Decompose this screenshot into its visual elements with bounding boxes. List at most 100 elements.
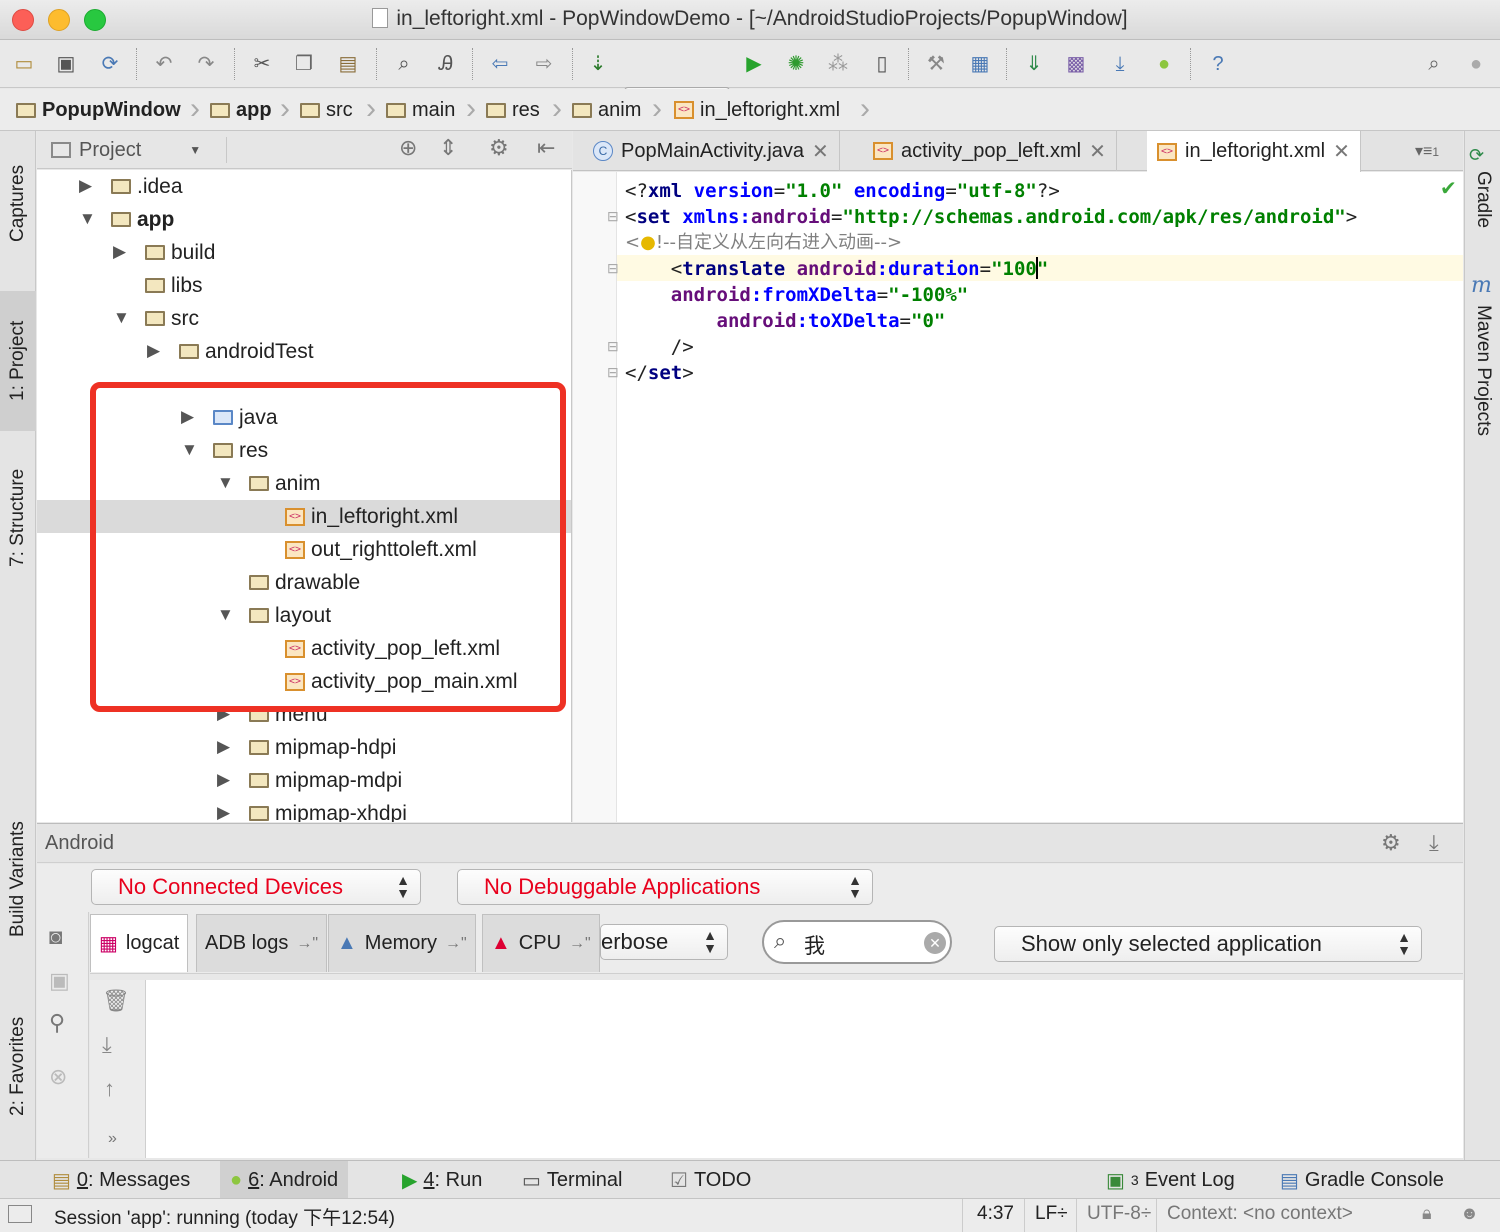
hide-panel-icon[interactable]: ⇤	[537, 135, 555, 161]
user-icon[interactable]: ●	[1462, 50, 1490, 78]
close-icon[interactable]: ✕	[1333, 139, 1350, 164]
fold-marker-icon[interactable]: ⊟	[607, 338, 619, 355]
tool-tab-terminal[interactable]: ▭ Terminal	[512, 1161, 632, 1199]
more-actions-button[interactable]: »	[108, 1130, 117, 1148]
breadcrumb-res[interactable]: res	[486, 97, 540, 123]
filter-select[interactable]: Show only selected application ▲ ▼	[994, 926, 1422, 962]
pin-icon[interactable]: →"	[445, 935, 467, 953]
tab-logcat[interactable]: ▦ logcat	[90, 914, 189, 972]
layout-icon[interactable]: ▦	[966, 50, 994, 78]
tab-cpu[interactable]: ▲ CPU →"	[482, 914, 600, 972]
collapse-arrow-icon[interactable]: ▶	[113, 242, 126, 262]
expand-arrow-icon[interactable]: ▼	[79, 209, 96, 229]
application-select[interactable]: No Debuggable Applications ▲ ▼	[457, 869, 873, 905]
tab-in-leftoright[interactable]: <> in_leftoright.xml ✕	[1147, 131, 1361, 172]
tool-tab-messages[interactable]: ▤ 0: Messages	[42, 1161, 200, 1199]
debug-icon[interactable]: ✺	[782, 50, 810, 78]
tool-tab-gradle-console[interactable]: ▤ Gradle Console	[1270, 1161, 1454, 1199]
forward-icon[interactable]: ⇨	[530, 50, 558, 78]
file-encoding[interactable]: UTF-8÷	[1076, 1199, 1151, 1232]
tree-item-app[interactable]: app	[111, 203, 174, 236]
collapse-arrow-icon[interactable]: ▶	[217, 737, 230, 757]
tab-popmainactivity[interactable]: C PopMainActivity.java ✕	[583, 131, 840, 171]
tool-tab-android[interactable]: ● 6: Android	[220, 1161, 349, 1199]
system-info-icon[interactable]: ⚲	[49, 1010, 65, 1036]
paste-icon[interactable]: ▤	[334, 50, 362, 78]
tool-tab-event-log[interactable]: ▣ 3 Event Log	[1096, 1161, 1245, 1199]
line-separator[interactable]: LF÷	[1024, 1199, 1068, 1232]
tool-tab-favorites[interactable]: 2: Favorites	[0, 991, 36, 1141]
context-indicator[interactable]: Context: <no context>	[1156, 1199, 1353, 1232]
clear-logcat-icon[interactable]: 🗑︎	[102, 988, 130, 1014]
pin-icon[interactable]: →"	[296, 935, 318, 953]
back-icon[interactable]: ⇦	[486, 50, 514, 78]
tab-adb-logs[interactable]: ADB logs →"	[196, 914, 328, 972]
tool-tab-project[interactable]: 1: Project	[0, 291, 36, 431]
scroll-to-end-icon[interactable]: ⤓	[102, 1032, 112, 1058]
collapse-arrow-icon[interactable]: ▶	[147, 341, 160, 361]
tool-tab-maven[interactable]: Maven Projects	[1465, 305, 1500, 455]
logcat-search-input[interactable]: ⌕ 我 ✕	[762, 920, 952, 964]
breadcrumb-app[interactable]: app	[210, 97, 272, 123]
tool-tab-captures[interactable]: Captures	[0, 139, 36, 267]
tree-item-libs[interactable]: libs	[145, 269, 203, 302]
make-project-icon[interactable]: ⇣	[584, 50, 612, 78]
tree-item-mipmap-xhdpi[interactable]: mipmap-xhdpi	[249, 797, 407, 822]
inspector-icon[interactable]: ☻	[1460, 1203, 1479, 1224]
help-icon[interactable]: ?	[1204, 50, 1232, 78]
project-structure-icon[interactable]: ⚒	[922, 50, 950, 78]
pin-icon[interactable]: →"	[569, 935, 591, 953]
breadcrumb-file[interactable]: <> in_leftoright.xml	[674, 97, 840, 123]
fold-marker-icon[interactable]: ⊟	[607, 208, 619, 225]
caret-position[interactable]: 4:37	[962, 1199, 1014, 1232]
screenshot-icon[interactable]: ◙	[49, 924, 62, 950]
scroll-from-source-icon[interactable]: ⊕	[399, 135, 417, 161]
tree-item-src[interactable]: src	[145, 302, 199, 335]
save-icon[interactable]: ▣	[52, 50, 80, 78]
collapse-arrow-icon[interactable]: ▶	[79, 176, 92, 196]
open-folder-icon[interactable]: ▭	[10, 50, 38, 78]
gear-icon[interactable]: ⚙	[489, 135, 509, 161]
tab-memory[interactable]: ▲ Memory →"	[328, 914, 476, 972]
gear-icon[interactable]: ⚙	[1381, 830, 1401, 856]
tool-tab-run[interactable]: ▶ 4: Run	[392, 1161, 492, 1199]
breadcrumb-project[interactable]: PopupWindow	[16, 97, 181, 123]
find-icon[interactable]: ⌕	[390, 50, 418, 78]
tool-tab-structure[interactable]: 7: Structure	[0, 443, 36, 593]
expand-arrow-icon[interactable]: ▼	[113, 308, 130, 328]
android-monitor-icon[interactable]: ●	[1150, 50, 1178, 78]
tool-tab-todo[interactable]: ☑ TODO	[660, 1161, 761, 1199]
close-icon[interactable]: ✕	[1089, 139, 1106, 164]
tree-item-androidtest[interactable]: androidTest	[179, 335, 314, 368]
sync-icon[interactable]: ⟳	[96, 50, 124, 78]
search-everywhere-icon[interactable]: ⌕	[1420, 50, 1448, 78]
close-icon[interactable]: ✕	[812, 139, 829, 164]
fold-marker-icon[interactable]: ⊟	[607, 260, 619, 277]
collapse-arrow-icon[interactable]: ▶	[217, 770, 230, 790]
sdk-manager-icon[interactable]: ⤓	[1106, 50, 1134, 78]
tool-tab-gradle[interactable]: Gradle	[1465, 171, 1500, 251]
attach-debugger-icon[interactable]: ⁂	[824, 50, 852, 78]
project-view-select[interactable]: Project ▼	[51, 137, 227, 163]
intention-bulb-icon[interactable]: ●	[640, 232, 656, 253]
cut-icon[interactable]: ✂	[248, 50, 276, 78]
tab-activity-pop-left[interactable]: <> activity_pop_left.xml ✕	[863, 131, 1117, 171]
breadcrumb-src[interactable]: src	[300, 97, 353, 123]
fold-marker-icon[interactable]: ⊟	[607, 364, 619, 381]
copy-icon[interactable]: ❐	[290, 50, 318, 78]
sync-gradle-icon[interactable]: ⇓	[1020, 50, 1048, 78]
log-level-select[interactable]: erbose ▲ ▼	[600, 924, 728, 960]
device-select[interactable]: No Connected Devices ▲ ▼	[91, 869, 421, 905]
clear-search-icon[interactable]: ✕	[924, 932, 946, 954]
avd-manager-icon[interactable]: ▩	[1062, 50, 1090, 78]
hide-panel-icon[interactable]: ⤓	[1429, 830, 1439, 856]
up-arrow-icon[interactable]: ↑	[104, 1076, 115, 1102]
breadcrumb-anim[interactable]: anim	[572, 97, 641, 123]
collapse-arrow-icon[interactable]: ▶	[217, 803, 230, 822]
tree-item-mipmap-mdpi[interactable]: mipmap-mdpi	[249, 764, 402, 797]
tree-item-idea[interactable]: .idea	[111, 170, 183, 203]
undo-icon[interactable]: ↶	[150, 50, 178, 78]
tool-windows-toggle-icon[interactable]	[8, 1205, 32, 1223]
replace-icon[interactable]: Ꭿ	[432, 50, 460, 78]
logcat-output[interactable]	[146, 980, 1463, 1158]
